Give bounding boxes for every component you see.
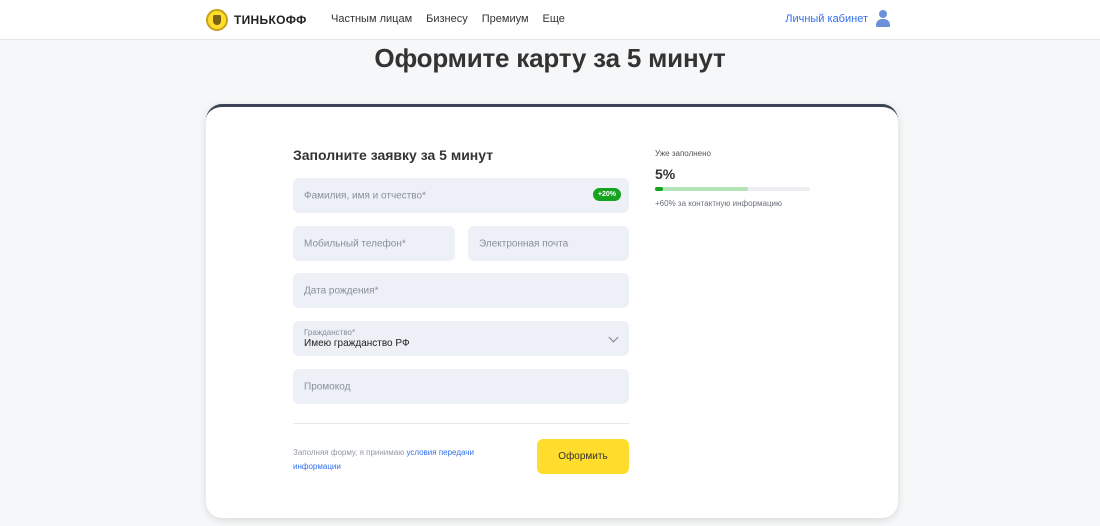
top-navigation-bar: ТИНЬКОФФ Частным лицам Бизнесу Премиум Е…: [0, 0, 1100, 40]
consent-text: Заполняя форму, я принимаю условия перед…: [293, 446, 508, 474]
mobile-phone-placeholder: Мобильный телефон*: [304, 238, 406, 249]
email-placeholder: Электронная почта: [479, 238, 569, 249]
nav-item-individuals[interactable]: Частным лицам: [331, 13, 412, 25]
tinkoff-emblem-icon: [206, 9, 228, 31]
citizenship-select[interactable]: Гражданство* Имею гражданство РФ: [293, 321, 629, 356]
progress-fill: [655, 187, 663, 191]
consent-prefix: Заполняя форму, я принимаю: [293, 448, 407, 457]
application-form-card: Заполните заявку за 5 минут Фамилия, имя…: [206, 104, 898, 518]
page-title: Оформите карту за 5 минут: [374, 43, 726, 73]
nav-item-premium[interactable]: Премиум: [482, 13, 529, 25]
nav-item-more[interactable]: Еще: [543, 13, 565, 25]
user-icon: [876, 10, 890, 27]
progress-bonus-badge: +20%: [592, 188, 621, 201]
main-nav: Частным лицам Бизнесу Премиум Еще: [331, 13, 579, 25]
logo-text: ТИНЬКОФФ: [234, 13, 307, 27]
progress-potential-fill: [655, 187, 748, 191]
promo-code-field[interactable]: Промокод: [293, 369, 629, 404]
progress-note: +60% за контактную информацию: [655, 199, 782, 208]
full-name-field[interactable]: Фамилия, имя и отчество* +20%: [293, 178, 629, 213]
birth-date-placeholder: Дата рождения*: [304, 285, 379, 296]
email-field[interactable]: Электронная почта: [468, 226, 629, 261]
chevron-down-icon: [608, 332, 619, 343]
birth-date-field[interactable]: Дата рождения*: [293, 273, 629, 308]
progress-label: Уже заполнено: [655, 149, 711, 158]
personal-account-link[interactable]: Личный кабинет: [785, 10, 890, 27]
form-divider: [293, 423, 629, 424]
nav-item-business[interactable]: Бизнесу: [426, 13, 468, 25]
personal-account-label: Личный кабинет: [785, 12, 868, 25]
citizenship-value: Имею гражданство РФ: [304, 338, 410, 349]
progress-percent: 5%: [655, 166, 676, 182]
citizenship-label: Гражданство*: [304, 328, 356, 337]
mobile-phone-field[interactable]: Мобильный телефон*: [293, 226, 455, 261]
promo-code-placeholder: Промокод: [304, 381, 351, 392]
submit-button[interactable]: Оформить: [537, 439, 629, 474]
full-name-placeholder: Фамилия, имя и отчество*: [304, 190, 426, 201]
form-title: Заполните заявку за 5 минут: [293, 147, 494, 163]
tinkoff-logo[interactable]: ТИНЬКОФФ: [206, 9, 307, 31]
